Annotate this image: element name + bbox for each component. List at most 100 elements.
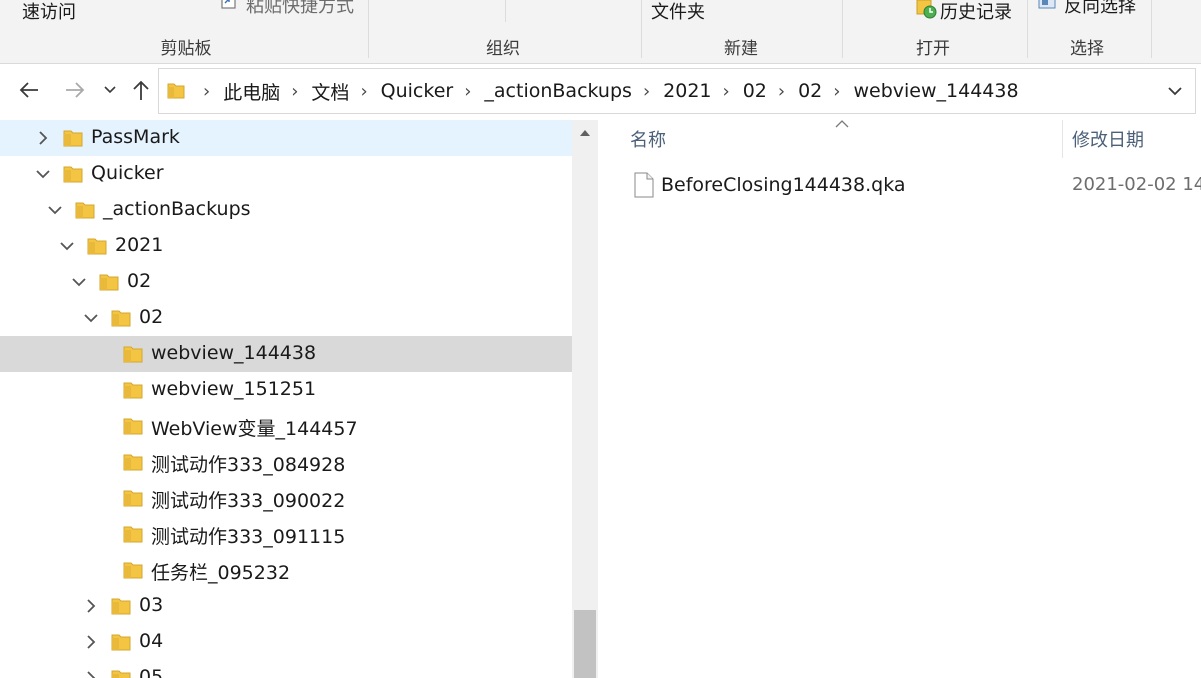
tree-item-label: webview_151251	[151, 378, 317, 400]
tree-item-passmark[interactable]: PassMark	[0, 120, 572, 156]
tree-item-label: 任务栏_095232	[151, 562, 291, 584]
arrow-left-icon	[19, 82, 38, 98]
group-label-clipboard: 剪贴板	[160, 39, 212, 59]
tree-item-webview-144438[interactable]: webview_144438	[0, 336, 572, 372]
tree-item-test-action-090022[interactable]: 测试动作333_090022	[0, 480, 572, 516]
breadcrumb-item[interactable]: 02	[740, 80, 770, 102]
breadcrumb-item[interactable]: 此电脑	[220, 78, 283, 105]
chevron-down-icon[interactable]	[70, 273, 88, 291]
ribbon-separator	[1151, 0, 1152, 58]
column-header-name[interactable]: 名称	[630, 126, 666, 152]
chevron-right-icon[interactable]: ›	[635, 81, 660, 102]
folder-icon	[63, 130, 83, 147]
tree-item-day-02[interactable]: 02	[0, 300, 572, 336]
folder-icon	[87, 238, 107, 255]
folder-icon	[111, 634, 131, 651]
invert-selection-icon	[1038, 0, 1056, 9]
chevron-right-icon[interactable]: ›	[715, 81, 740, 102]
breadcrumb-item[interactable]: _actionBackups	[481, 80, 635, 102]
tree-item-label: _actionBackups	[103, 198, 251, 220]
file-row[interactable]: BeforeClosing144438.qka 2021-02-02 14	[628, 170, 1201, 202]
scroll-up-button[interactable]	[572, 120, 598, 146]
chevron-down-icon[interactable]	[34, 165, 52, 183]
chevron-right-icon[interactable]: ›	[352, 81, 377, 102]
tree-item-day-04[interactable]: 04	[0, 624, 572, 660]
folder-icon	[123, 490, 143, 507]
group-label-open: 打开	[916, 39, 950, 59]
address-row: › 此电脑 › 文档 › Quicker › _actionBackups › …	[0, 64, 1201, 118]
ribbon-separator	[368, 0, 369, 58]
ribbon-separator	[641, 0, 642, 58]
forward-button[interactable]	[60, 74, 90, 106]
folder-icon	[99, 274, 119, 291]
tree-item-label: 2021	[115, 234, 164, 256]
tree-item-label: 测试动作333_091115	[151, 526, 346, 548]
chevron-right-icon[interactable]	[82, 669, 100, 678]
address-bar[interactable]: › 此电脑 › 文档 › Quicker › _actionBackups › …	[158, 68, 1196, 114]
tree-item-label: 02	[139, 306, 164, 328]
folder-icon	[123, 454, 143, 471]
chevron-down-icon[interactable]	[82, 309, 100, 327]
tree-item-quicker[interactable]: Quicker	[0, 156, 572, 192]
folder-icon	[123, 346, 143, 363]
chevron-right-icon[interactable]	[82, 633, 100, 651]
breadcrumb: › 此电脑 › 文档 › Quicker › _actionBackups › …	[167, 69, 1022, 113]
chevron-right-icon[interactable]	[82, 597, 100, 615]
arrow-right-icon	[66, 82, 85, 98]
sort-ascending-icon	[835, 120, 849, 128]
tree-item-webview-var-144457[interactable]: WebView变量_144457	[0, 408, 572, 444]
scroll-thumb[interactable]	[574, 610, 596, 678]
breadcrumb-item-current[interactable]: webview_144438	[850, 80, 1021, 102]
chevron-down-icon[interactable]	[46, 201, 64, 219]
ribbon-separator	[842, 0, 843, 58]
chevron-right-icon[interactable]: ›	[825, 81, 850, 102]
tree-item-month-02[interactable]: 02	[0, 264, 572, 300]
tree-item-day-05[interactable]: 05	[0, 660, 572, 678]
tree-item-label: 测试动作333_090022	[151, 490, 346, 512]
column-separator[interactable]	[1062, 120, 1063, 158]
file-list: 名称 修改日期 BeforeClosing144438.qka 2021-02-…	[598, 120, 1201, 678]
breadcrumb-item[interactable]: Quicker	[378, 80, 457, 102]
chevron-down-icon[interactable]	[58, 237, 76, 255]
group-label-select: 选择	[1070, 39, 1104, 59]
recent-locations-button[interactable]	[96, 74, 124, 106]
triangle-up-icon	[580, 130, 590, 136]
tree-item-label: 02	[127, 270, 152, 292]
tree-item-label: Quicker	[91, 162, 164, 184]
breadcrumb-item[interactable]: 文档	[308, 78, 352, 105]
back-button[interactable]	[14, 74, 44, 106]
breadcrumb-item[interactable]: 2021	[660, 80, 714, 102]
chevron-right-icon[interactable]: ›	[195, 81, 220, 102]
breadcrumb-item[interactable]: 02	[795, 80, 825, 102]
tree-item-webview-151251[interactable]: webview_151251	[0, 372, 572, 408]
invert-selection-button[interactable]: 反向选择	[1064, 0, 1136, 18]
paste-shortcut-button[interactable]: 粘贴快捷方式	[246, 0, 354, 18]
tree-item-actionbackups[interactable]: _actionBackups	[0, 192, 572, 228]
column-header-modified[interactable]: 修改日期	[1072, 126, 1144, 152]
address-dropdown-icon[interactable]	[1165, 81, 1185, 101]
open-dropdown-partial-icon	[879, 0, 881, 1]
chevron-right-icon[interactable]: ›	[770, 81, 795, 102]
file-name: BeforeClosing144438.qka	[661, 174, 906, 196]
tree-item-taskbar-095232[interactable]: 任务栏_095232	[0, 552, 572, 588]
history-button[interactable]: 历史记录	[940, 0, 1012, 24]
folder-icon	[63, 166, 83, 183]
tree-item-test-action-084928[interactable]: 测试动作333_084928	[0, 444, 572, 480]
chevron-right-icon[interactable]: ›	[283, 81, 308, 102]
tree-item-test-action-091115[interactable]: 测试动作333_091115	[0, 516, 572, 552]
ribbon: 速访问 粘贴快捷方式 文件夹 历史记录 反向选择 剪贴板 组织 新建 打开 选择	[0, 0, 1201, 64]
quick-access-partial-label[interactable]: 速访问	[22, 0, 76, 24]
group-label-organize: 组织	[486, 39, 520, 59]
folder-icon	[167, 83, 185, 99]
chevron-right-icon[interactable]	[34, 129, 52, 147]
chevron-right-icon[interactable]: ›	[456, 81, 481, 102]
tree-item-2021[interactable]: 2021	[0, 228, 572, 264]
new-folder-button[interactable]: 文件夹	[651, 0, 705, 24]
tree-scrollbar[interactable]	[572, 120, 598, 678]
folder-icon	[111, 310, 131, 327]
arrow-up-icon	[133, 80, 149, 100]
up-button[interactable]	[126, 74, 156, 106]
tree-item-day-03[interactable]: 03	[0, 588, 572, 624]
paste-shortcut-icon	[221, 0, 236, 9]
delete-partial-icon	[539, 0, 541, 1]
